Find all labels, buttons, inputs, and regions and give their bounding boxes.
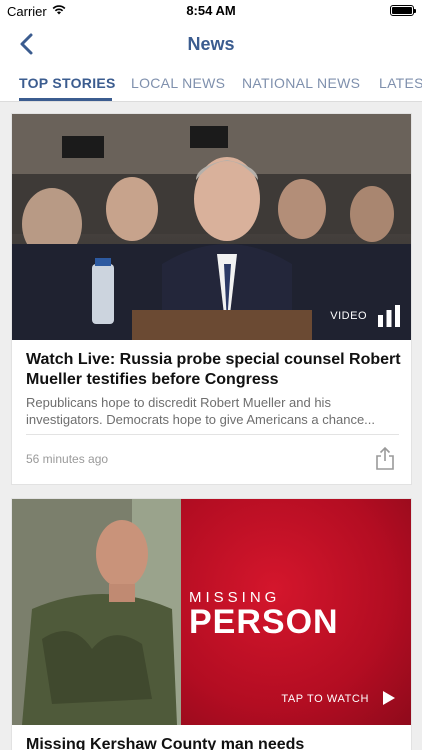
tab-latest[interactable]: LATEST [379,75,422,91]
tab-national-news[interactable]: NATIONAL NEWS [242,75,360,91]
article-headline[interactable]: Watch Live: Russia probe special counsel… [26,350,401,390]
video-bars-icon [378,305,400,327]
status-bar: Carrier 8:54 AM [0,0,422,22]
article-video-thumbnail[interactable]: VIDEO [12,114,411,340]
active-tab-indicator [19,98,112,101]
article-video-thumbnail[interactable]: MISSING PERSON TAP TO WATCH [12,499,411,725]
battery-icon [390,5,416,16]
share-icon[interactable] [375,446,395,470]
navigation-bar: News [0,22,422,66]
article-card[interactable]: VIDEO Watch Live: Russia probe special c… [11,113,412,485]
article-summary: Republicans hope to discredit Robert Mue… [26,395,376,427]
video-label: VIDEO [330,310,367,322]
tap-to-watch-label[interactable]: TAP TO WATCH [281,693,369,705]
missing-man-photo [12,499,181,725]
article-card[interactable]: MISSING PERSON TAP TO WATCH Missing Kers… [11,498,412,750]
article-timestamp: 56 minutes ago [26,452,109,466]
banner-line-2: PERSON [189,603,339,641]
play-icon[interactable] [383,691,395,705]
tab-local-news[interactable]: LOCAL NEWS [131,75,225,91]
hearing-scene-image [12,114,411,340]
clock: 8:54 AM [186,3,236,18]
page-title: News [187,34,235,54]
card-divider [26,434,399,435]
tab-top-stories[interactable]: TOP STORIES [19,75,116,91]
category-tabs: TOP STORIES LOCAL NEWS NATIONAL NEWS LAT… [0,66,422,102]
article-headline[interactable]: Missing Kershaw County man needs [26,735,401,750]
